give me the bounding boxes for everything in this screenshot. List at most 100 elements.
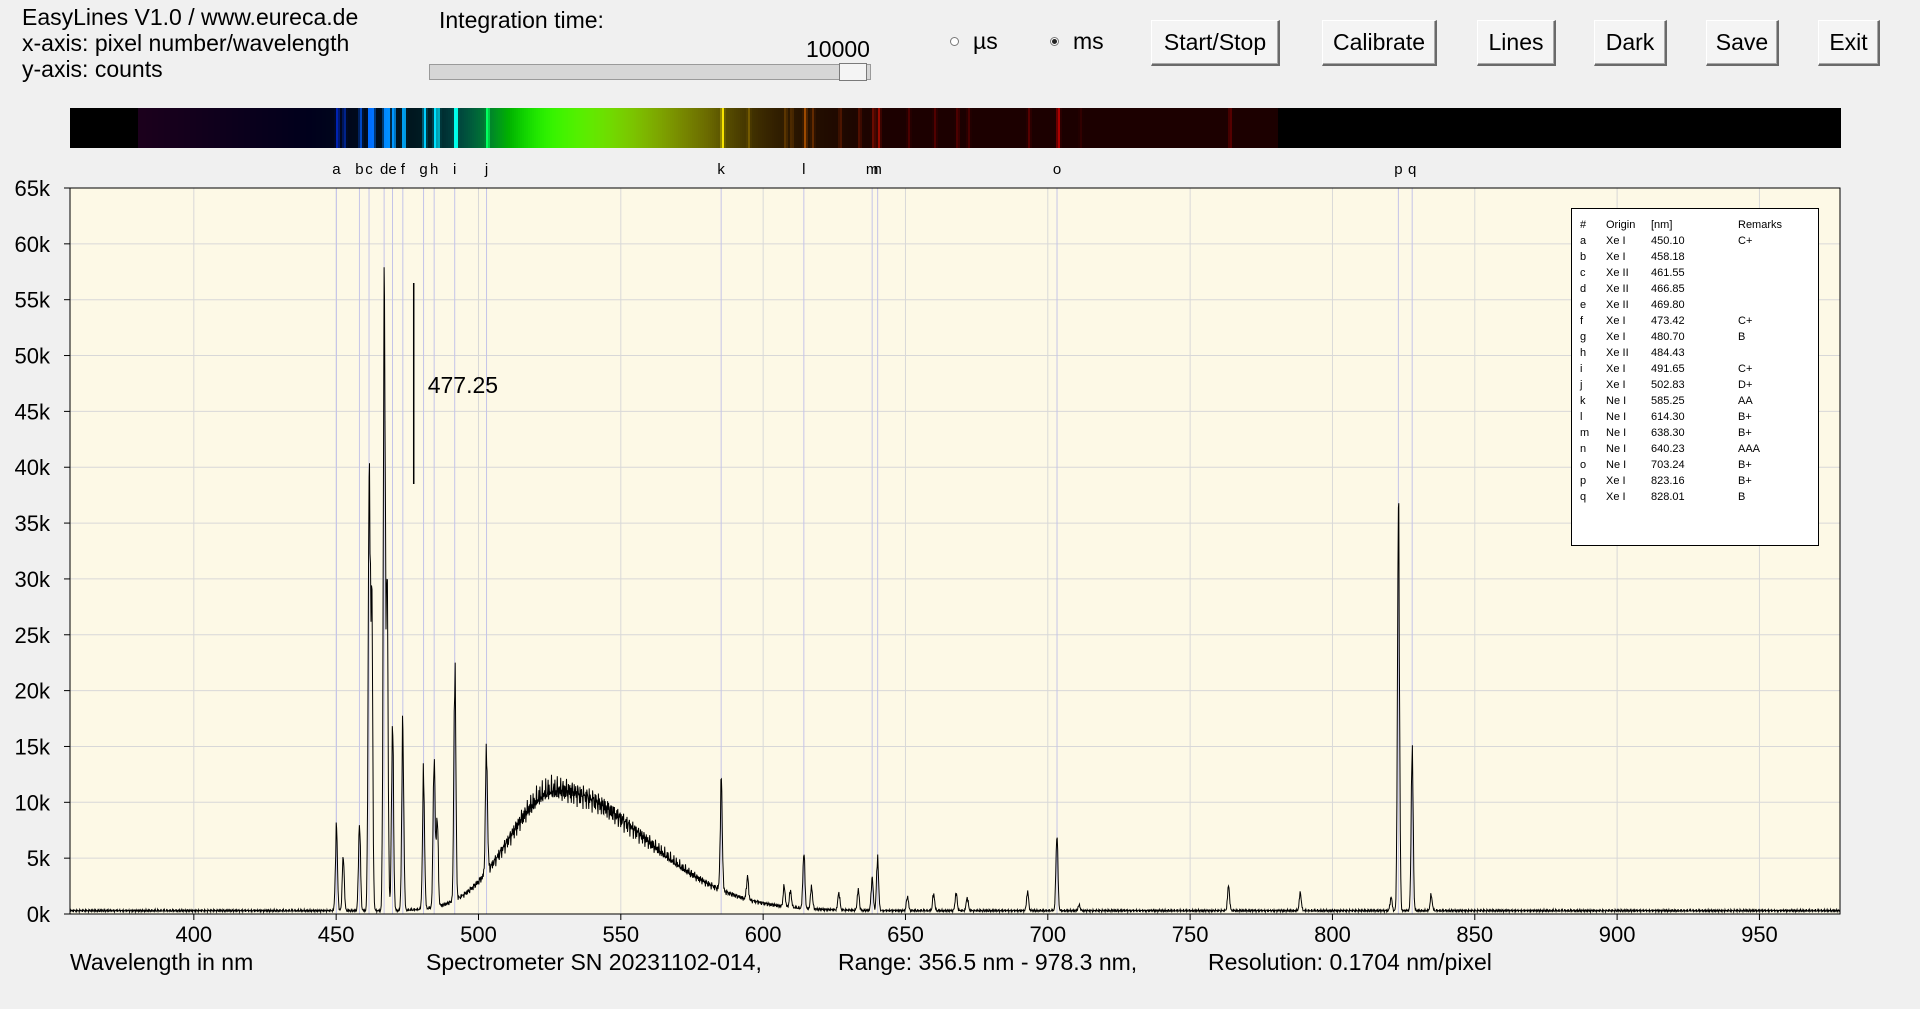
color-bar-segment — [1606, 108, 1608, 148]
color-bar-segment — [1556, 108, 1558, 148]
slider-track[interactable] — [429, 64, 871, 80]
radio-ms-indicator[interactable] — [1050, 37, 1059, 46]
integration-time-slider[interactable] — [429, 63, 871, 81]
color-bar-segment — [926, 108, 928, 148]
legend-cell: f — [1580, 315, 1584, 327]
legend-cell: Ne I — [1606, 411, 1627, 423]
color-bar-segment — [1706, 108, 1708, 148]
color-bar-segment — [1228, 108, 1230, 148]
slider-thumb[interactable] — [838, 63, 867, 81]
color-bar-segment — [78, 108, 80, 148]
resolution-info: Resolution: 0.1704 nm/pixel — [1208, 949, 1492, 975]
color-bar-segment — [344, 108, 346, 148]
color-bar-segment — [1382, 108, 1384, 148]
color-bar-segment — [1378, 108, 1380, 148]
color-bar-segment — [206, 108, 208, 148]
color-bar-segment — [884, 108, 886, 148]
color-bar-segment — [502, 108, 504, 148]
color-bar-segment — [952, 108, 954, 148]
unit-radio-ms[interactable]: ms — [1050, 28, 1104, 55]
color-bar-segment — [978, 108, 980, 148]
color-bar-segment — [1280, 108, 1282, 148]
color-bar-segment — [778, 108, 780, 148]
color-bar-segment — [160, 108, 162, 148]
color-bar-segment — [706, 108, 708, 148]
color-bar-segment — [1260, 108, 1262, 148]
color-bar-segment — [742, 108, 744, 148]
color-bar-segment — [80, 108, 82, 148]
color-bar-segment — [620, 108, 622, 148]
color-bar-segment — [1468, 108, 1470, 148]
start-stop-button[interactable]: Start/Stop — [1151, 20, 1280, 66]
color-bar-segment — [1530, 108, 1532, 148]
color-bar-segment — [336, 108, 338, 148]
exit-button[interactable]: Exit — [1818, 20, 1880, 66]
color-bar-segment — [1764, 108, 1766, 148]
color-bar-segment — [1222, 108, 1224, 148]
calibrate-button[interactable]: Calibrate — [1322, 20, 1437, 66]
dark-button[interactable]: Dark — [1594, 20, 1667, 66]
color-bar-segment — [106, 108, 108, 148]
legend-cell: 823.16 — [1651, 475, 1685, 487]
color-bar-segment — [1452, 108, 1454, 148]
color-bar-segment — [410, 108, 412, 148]
app-info: EasyLines V1.0 / www.eureca.de x-axis: p… — [22, 4, 358, 82]
color-bar-segment — [1264, 108, 1266, 148]
legend-cell: a — [1580, 235, 1587, 247]
color-bar-segment — [876, 108, 878, 148]
legend-cell: Origin — [1606, 219, 1636, 231]
legend-cell: b — [1580, 251, 1587, 263]
color-bar-segment — [1830, 108, 1832, 148]
color-bar-segment — [1562, 108, 1564, 148]
save-button[interactable]: Save — [1706, 20, 1779, 66]
legend-cell: Xe I — [1606, 331, 1626, 343]
color-bar-segment — [76, 108, 78, 148]
unit-radio-us[interactable]: µs — [950, 28, 998, 55]
color-bar-segment — [430, 108, 432, 148]
color-bar-segment — [324, 108, 326, 148]
color-bar-segment — [1002, 108, 1004, 148]
legend-row: a Xe I 450.10 C+ — [1580, 235, 1810, 251]
color-bar-segment — [1000, 108, 1002, 148]
color-bar-segment — [1704, 108, 1706, 148]
color-bar-segment — [272, 108, 274, 148]
lines-button[interactable]: Lines — [1477, 20, 1556, 66]
color-bar-segment — [1202, 108, 1204, 148]
color-bar-segment — [1064, 108, 1066, 148]
color-bar-segment — [1008, 108, 1010, 148]
color-bar-segment — [1664, 108, 1666, 148]
color-bar-segment — [762, 108, 764, 148]
color-bar-segment — [1126, 108, 1128, 148]
color-bar-segment — [1514, 108, 1516, 148]
color-bar-segment — [178, 108, 180, 148]
legend-cell: Xe I — [1606, 475, 1626, 487]
color-bar-segment — [232, 108, 234, 148]
color-bar-segment — [1364, 108, 1366, 148]
legend-cell: q — [1580, 491, 1587, 503]
color-bar-segment — [1784, 108, 1786, 148]
color-bar-segment — [1670, 108, 1672, 148]
color-bar-segment — [1402, 108, 1404, 148]
color-bar-segment — [1168, 108, 1170, 148]
color-bar-segment — [1648, 108, 1650, 148]
spectrum-color-bar — [70, 108, 1841, 148]
color-bar-segment — [490, 108, 492, 148]
color-bar-segment — [812, 108, 814, 148]
color-bar-segment — [1038, 108, 1040, 148]
radio-us-indicator[interactable] — [950, 37, 959, 46]
legend-cell: B — [1738, 331, 1746, 343]
color-bar-segment — [1470, 108, 1472, 148]
color-bar-segment — [1176, 108, 1178, 148]
color-bar-segment — [1104, 108, 1106, 148]
color-bar-segment — [510, 108, 512, 148]
color-bar-segment — [116, 108, 118, 148]
color-bar-segment — [1458, 108, 1460, 148]
color-bar-segment — [542, 108, 544, 148]
color-bar-segment — [1716, 108, 1718, 148]
color-bar-segment — [1248, 108, 1250, 148]
color-bar-segment — [1788, 108, 1790, 148]
color-bar-segment — [472, 108, 474, 148]
y-tick-label: 60k — [15, 232, 51, 257]
color-bar-segment — [1692, 108, 1694, 148]
color-bar-segment — [498, 108, 500, 148]
